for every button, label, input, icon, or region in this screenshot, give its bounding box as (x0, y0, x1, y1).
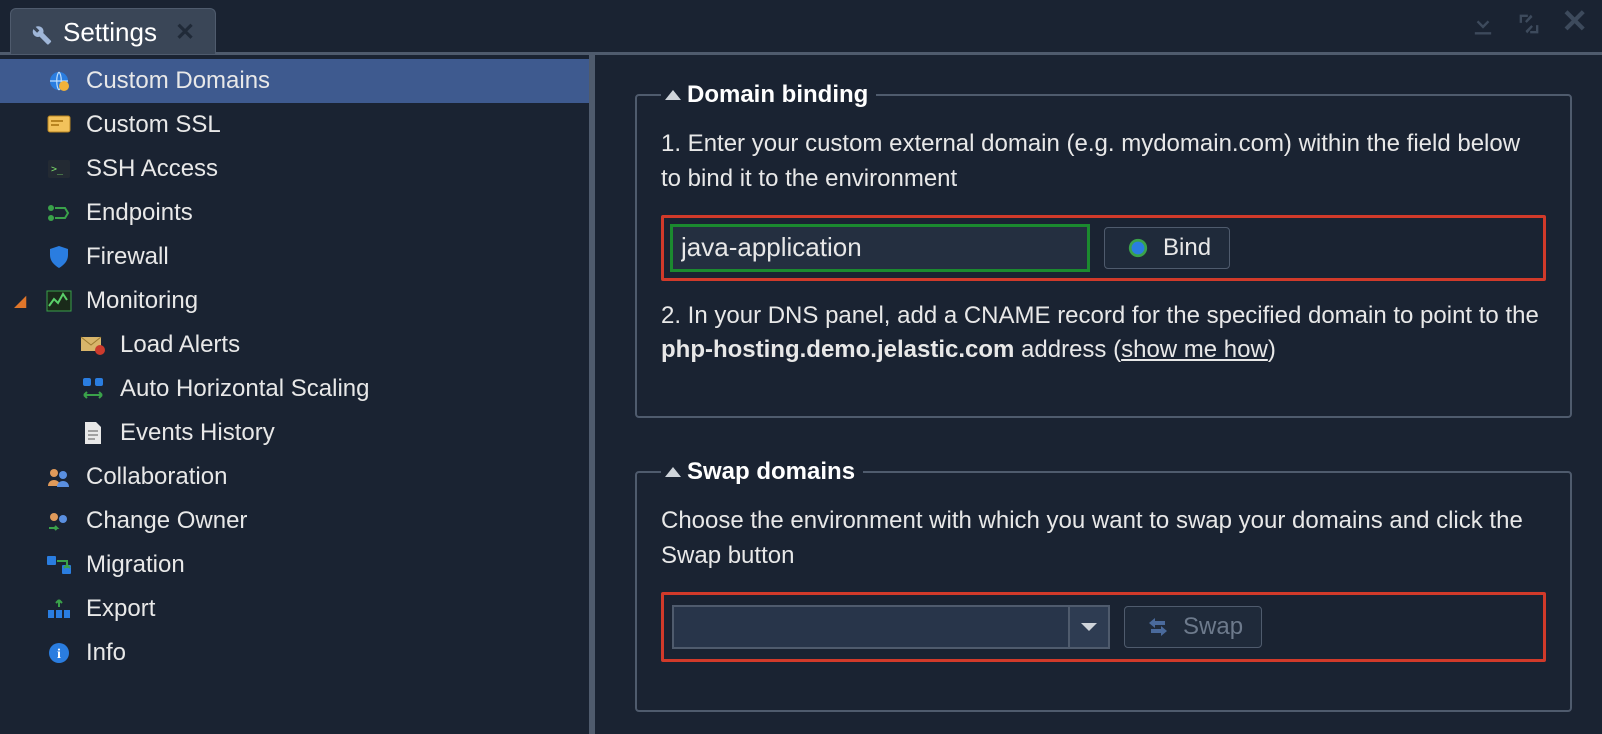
sidebar-item-label: Change Owner (86, 507, 247, 535)
tab-settings[interactable]: Settings ✕ (10, 8, 216, 54)
sidebar-subitem-label: Events History (120, 419, 275, 447)
section-title-text: Swap domains (687, 458, 855, 486)
sidebar-item-monitoring[interactable]: ◢ Monitoring (0, 279, 589, 323)
download-icon[interactable] (1469, 10, 1497, 46)
sidebar-item-label: Custom Domains (86, 67, 270, 95)
maximize-icon[interactable] (1515, 10, 1543, 46)
step1-text: 1. Enter your custom external domain (e.… (661, 127, 1546, 197)
shield-icon (44, 244, 74, 270)
chevron-down-icon (1081, 623, 1097, 631)
main-content: Domain binding 1. Enter your custom exte… (595, 55, 1602, 734)
collapse-up-icon[interactable] (665, 90, 681, 100)
scaling-icon (78, 376, 108, 402)
info-icon: i (44, 640, 74, 666)
bind-row-highlight: Bind (661, 215, 1546, 281)
sidebar-item-info[interactable]: i Info (0, 631, 589, 675)
sidebar-item-export[interactable]: Export (0, 587, 589, 631)
bind-globe-icon (1123, 235, 1153, 261)
globe-icon (44, 68, 74, 94)
settings-sidebar: Custom Domains Custom SSL >_ SSH Access (0, 55, 595, 734)
sidebar-item-custom-domains[interactable]: Custom Domains (0, 59, 589, 103)
sidebar-item-label: SSH Access (86, 155, 218, 183)
domain-input[interactable] (681, 229, 1079, 267)
environment-combo-input[interactable] (674, 607, 1068, 647)
sidebar-item-label: Migration (86, 551, 185, 579)
sidebar-item-change-owner[interactable]: Change Owner (0, 499, 589, 543)
close-icon[interactable]: ✕ (175, 18, 195, 47)
section-legend[interactable]: Swap domains (661, 458, 863, 486)
certificate-icon (44, 112, 74, 138)
sidebar-item-label: Monitoring (86, 287, 198, 315)
step2-text: 2. In your DNS panel, add a CNAME record… (661, 299, 1546, 369)
terminal-icon: >_ (44, 156, 74, 182)
sidebar-item-migration[interactable]: Migration (0, 543, 589, 587)
sidebar-item-label: Export (86, 595, 155, 623)
domain-input-highlight (670, 224, 1090, 272)
envelope-alert-icon (78, 332, 108, 358)
window-close-icon[interactable]: ✕ (1561, 10, 1588, 46)
sidebar-subitem-label: Load Alerts (120, 331, 240, 359)
svg-text:i: i (57, 647, 61, 662)
combo-dropdown-button[interactable] (1068, 607, 1108, 647)
section-title-text: Domain binding (687, 81, 868, 109)
sidebar-subitem-events-history[interactable]: Events History (0, 411, 589, 455)
sidebar-item-label: Custom SSL (86, 111, 221, 139)
sidebar-subitem-label: Auto Horizontal Scaling (120, 375, 369, 403)
sidebar-item-collaboration[interactable]: Collaboration (0, 455, 589, 499)
environment-combo[interactable] (672, 605, 1110, 649)
collapse-up-icon[interactable] (665, 467, 681, 477)
section-domain-binding: Domain binding 1. Enter your custom exte… (635, 81, 1572, 418)
section-swap-domains: Swap domains Choose the environment with… (635, 458, 1572, 712)
sidebar-subitem-load-alerts[interactable]: Load Alerts (0, 323, 589, 367)
tree-collapse-icon[interactable]: ◢ (14, 291, 32, 311)
chart-icon (44, 288, 74, 314)
sidebar-item-custom-ssl[interactable]: Custom SSL (0, 103, 589, 147)
window-titlebar: Settings ✕ ✕ (0, 0, 1602, 55)
sidebar-item-label: Collaboration (86, 463, 227, 491)
swap-icon (1143, 614, 1173, 640)
wrench-icon (25, 20, 55, 46)
endpoints-icon (44, 200, 74, 226)
bind-button[interactable]: Bind (1104, 227, 1230, 269)
swap-instruction: Choose the environment with which you wa… (661, 504, 1546, 574)
export-icon (44, 596, 74, 622)
sidebar-item-label: Info (86, 639, 126, 667)
sidebar-subitem-auto-scaling[interactable]: Auto Horizontal Scaling (0, 367, 589, 411)
document-icon (78, 420, 108, 446)
swap-row-highlight: Swap (661, 592, 1546, 662)
tab-title: Settings (63, 17, 157, 48)
svg-text:>_: >_ (51, 164, 64, 175)
owner-swap-icon (44, 508, 74, 534)
sidebar-item-label: Endpoints (86, 199, 193, 227)
sidebar-item-ssh-access[interactable]: >_ SSH Access (0, 147, 589, 191)
bind-button-label: Bind (1163, 234, 1211, 262)
swap-button[interactable]: Swap (1124, 606, 1262, 648)
migration-icon (44, 552, 74, 578)
show-me-how-link[interactable]: show me how (1121, 336, 1268, 363)
sidebar-item-label: Firewall (86, 243, 169, 271)
sidebar-item-firewall[interactable]: Firewall (0, 235, 589, 279)
section-legend[interactable]: Domain binding (661, 81, 876, 109)
swap-button-label: Swap (1183, 613, 1243, 641)
users-icon (44, 464, 74, 490)
sidebar-item-endpoints[interactable]: Endpoints (0, 191, 589, 235)
